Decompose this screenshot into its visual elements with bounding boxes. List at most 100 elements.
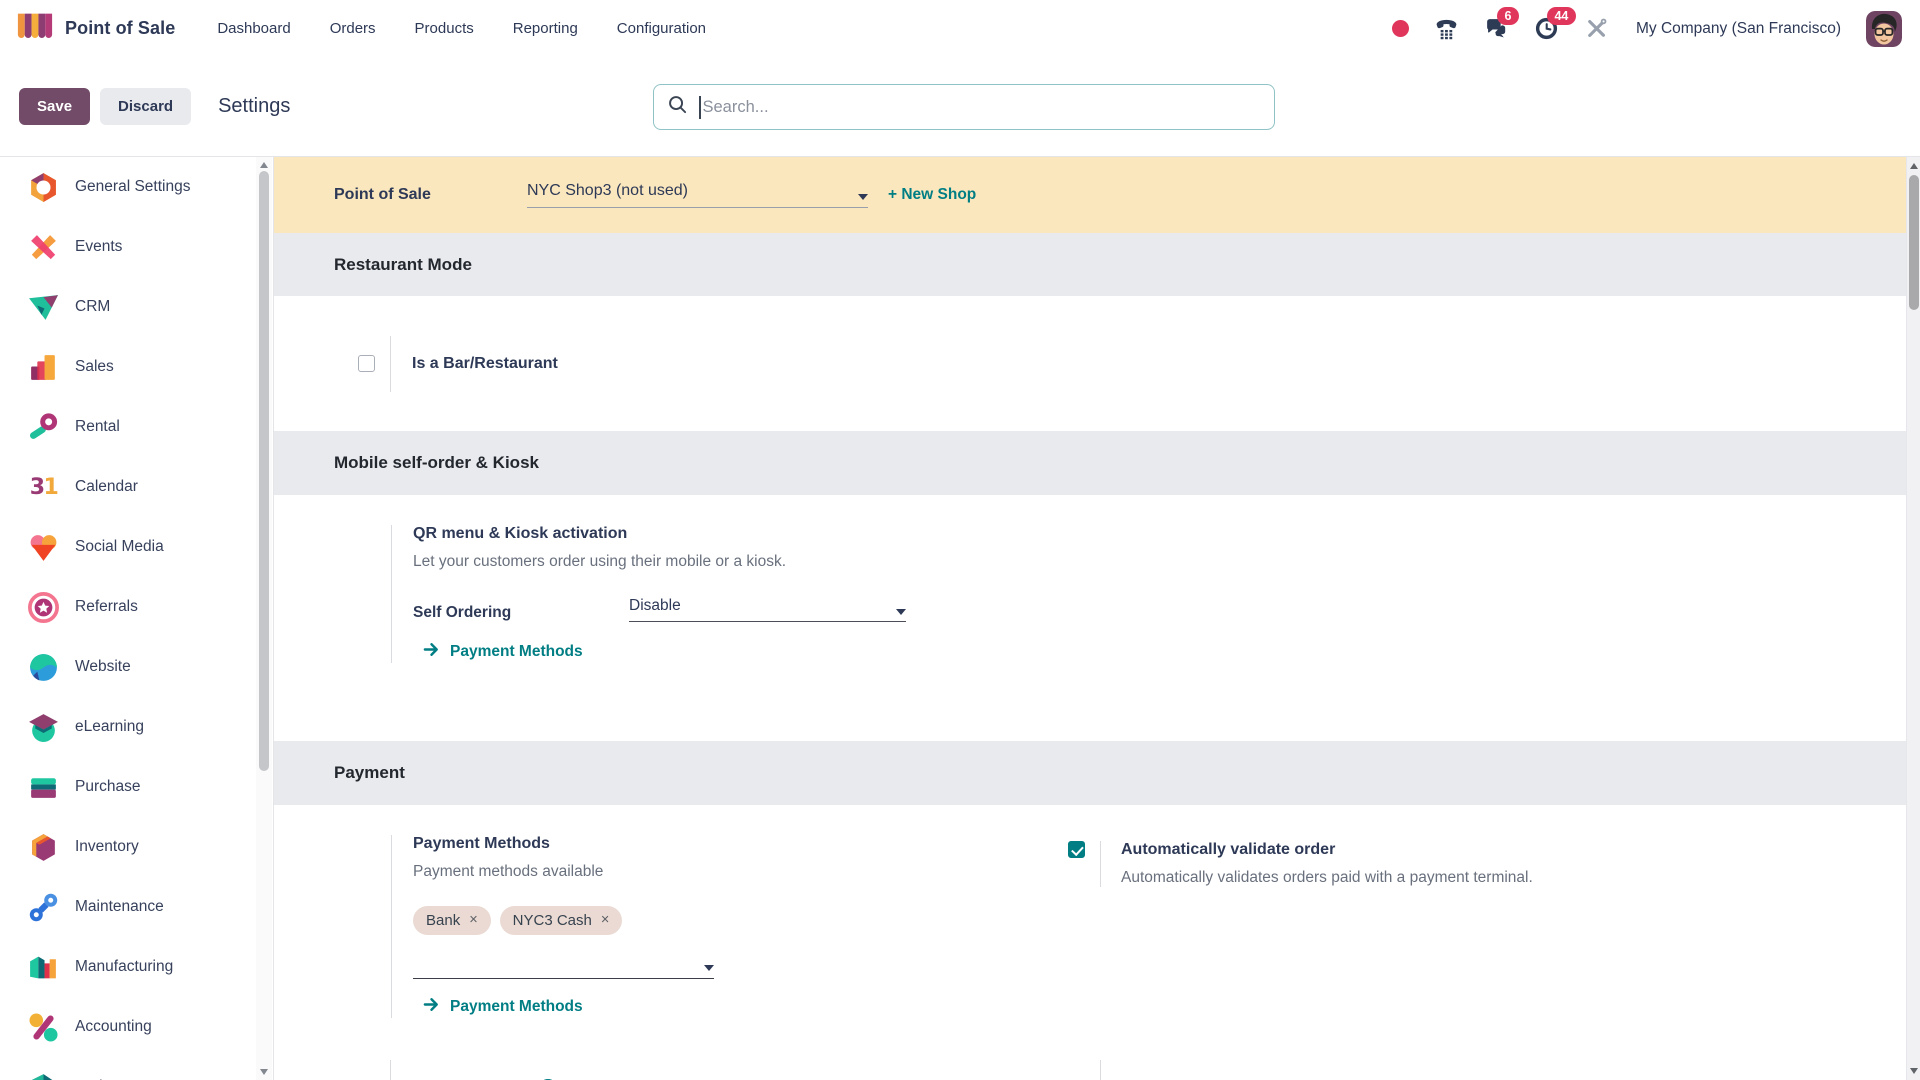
app-switcher[interactable]: Point of Sale [16, 11, 175, 46]
max-difference-setting: Set Maximum Difference [1068, 1060, 1308, 1080]
section-title: Payment [334, 763, 405, 783]
sidebar-item-project[interactable]: Project [0, 1057, 273, 1080]
menu-configuration[interactable]: Configuration [617, 20, 706, 37]
sidebar-item-label: Events [75, 238, 122, 256]
sidebar-item-social-media[interactable]: Social Media [0, 517, 273, 577]
bar-restaurant-checkbox[interactable] [358, 355, 375, 372]
auto-validate-setting: Automatically validate order Automatical… [1068, 841, 1533, 887]
search-bar[interactable] [653, 84, 1275, 130]
payment-methods-select[interactable] [413, 949, 714, 979]
shop-select[interactable]: NYC Shop3 (not used) [527, 182, 868, 208]
auto-validate-checkbox[interactable] [1068, 841, 1085, 858]
payment-methods-link[interactable]: Payment Methods [423, 996, 714, 1018]
sidebar-item-inventory[interactable]: Inventory [0, 817, 273, 877]
sidebar-item-referrals[interactable]: Referrals [0, 577, 273, 637]
restaurant-mode-body: Is a Bar/Restaurant [274, 296, 1920, 431]
tag-bank[interactable]: Bank × [413, 906, 491, 935]
sidebar-item-crm[interactable]: CRM [0, 277, 273, 337]
sidebar-item-maintenance[interactable]: Maintenance [0, 877, 273, 937]
scroll-up-arrow-icon[interactable] [1910, 163, 1918, 169]
tag-nyc3-cash[interactable]: NYC3 Cash × [500, 906, 623, 935]
section-title: Mobile self-order & Kiosk [334, 453, 539, 473]
top-navbar: Point of Sale Dashboard Orders Products … [0, 0, 1920, 57]
sidebar-item-accounting[interactable]: Accounting [0, 997, 273, 1057]
recording-indicator-icon[interactable] [1392, 20, 1409, 37]
messages-badge: 6 [1497, 7, 1519, 25]
rental-icon [27, 411, 60, 444]
sidebar-item-website[interactable]: Website [0, 637, 273, 697]
calendar-icon: 31 [27, 471, 60, 504]
auto-validate-title: Automatically validate order [1121, 841, 1533, 859]
sidebar-item-manufacturing[interactable]: Manufacturing [0, 937, 273, 997]
divider [1100, 841, 1101, 887]
payment-body: Payment Methods Payment methods availabl… [274, 805, 1920, 1080]
sidebar-scrollbar[interactable] [256, 157, 272, 1080]
sidebar-item-calendar[interactable]: 31 Calendar [0, 457, 273, 517]
remove-tag-icon[interactable]: × [469, 913, 477, 928]
new-shop-link[interactable]: + New Shop [888, 186, 976, 204]
link-label: Payment Methods [450, 998, 583, 1016]
auto-validate-desc: Automatically validates orders paid with… [1121, 869, 1533, 887]
sidebar-item-general-settings[interactable]: General Settings [0, 157, 273, 217]
activities-clock-icon[interactable]: 44 [1534, 16, 1559, 41]
section-kiosk: Mobile self-order & Kiosk [274, 431, 1920, 495]
kiosk-payment-methods-link[interactable]: Payment Methods [423, 641, 1920, 663]
menu-products[interactable]: Products [415, 20, 474, 37]
menu-orders[interactable]: Orders [330, 20, 376, 37]
tools-icon[interactable] [1584, 16, 1609, 41]
sales-icon [27, 351, 60, 384]
menu-dashboard[interactable]: Dashboard [217, 20, 290, 37]
sidebar-item-purchase[interactable]: Purchase [0, 757, 273, 817]
save-button[interactable]: Save [19, 88, 90, 125]
qr-kiosk-setting: QR menu & Kiosk activation Let your cust… [391, 525, 1920, 663]
sidebar-item-label: General Settings [75, 178, 190, 196]
events-icon [27, 231, 60, 264]
chevron-down-icon [896, 609, 906, 615]
remove-tag-icon[interactable]: × [601, 913, 609, 928]
social-media-icon [27, 531, 60, 564]
kiosk-body: QR menu & Kiosk activation Let your cust… [274, 495, 1920, 741]
scroll-up-arrow-icon[interactable] [260, 162, 268, 168]
company-switcher[interactable]: My Company (San Francisco) [1636, 20, 1841, 38]
sidebar-item-label: Website [75, 658, 131, 676]
search-icon [667, 94, 688, 120]
point-of-sale-logo-icon [16, 11, 54, 46]
tag-label: Bank [426, 912, 460, 929]
sidebar-item-label: Accounting [75, 1018, 152, 1036]
section-restaurant-mode: Restaurant Mode [274, 233, 1920, 296]
sidebar-item-elearning[interactable]: eLearning [0, 697, 273, 757]
search-input[interactable] [701, 97, 1262, 118]
voip-phone-icon[interactable] [1434, 16, 1459, 41]
user-avatar[interactable] [1866, 11, 1902, 47]
accounting-icon [27, 1011, 60, 1044]
qr-kiosk-desc: Let your customers order using their mob… [413, 553, 1920, 571]
sidebar-item-events[interactable]: Events [0, 217, 273, 277]
bar-restaurant-label: Is a Bar/Restaurant [412, 355, 558, 373]
self-ordering-select[interactable]: Disable [629, 597, 906, 622]
payment-methods-tags: Bank × NYC3 Cash × [413, 906, 714, 935]
sidebar-item-rental[interactable]: Rental [0, 397, 273, 457]
content-scrollbar[interactable] [1906, 157, 1920, 1080]
scroll-down-arrow-icon[interactable] [1910, 1068, 1918, 1074]
sidebar-item-sales[interactable]: Sales [0, 337, 273, 397]
sidebar-item-label: Maintenance [75, 898, 164, 916]
control-panel: Save Discard Settings [0, 57, 1920, 157]
sidebar-item-label: Calendar [75, 478, 138, 496]
section-title: Restaurant Mode [334, 255, 472, 275]
discard-button[interactable]: Discard [100, 88, 191, 125]
sidebar-scrollbar-thumb[interactable] [259, 171, 269, 771]
banner-label: Point of Sale [334, 186, 527, 204]
chevron-down-icon [858, 194, 868, 200]
qr-kiosk-title: QR menu & Kiosk activation [413, 525, 1920, 543]
sidebar-item-label: Referrals [75, 598, 138, 616]
messages-icon[interactable]: 6 [1484, 16, 1509, 41]
payment-methods-desc: Payment methods available [413, 863, 714, 881]
section-payment: Payment [274, 741, 1920, 805]
content-scrollbar-thumb[interactable] [1909, 175, 1919, 310]
menu-reporting[interactable]: Reporting [513, 20, 578, 37]
link-label: Payment Methods [450, 643, 583, 661]
shop-selector-banner: Point of Sale NYC Shop3 (not used) + New… [274, 157, 1920, 233]
nav-menu: Dashboard Orders Products Reporting Conf… [217, 20, 706, 37]
arrow-right-icon [423, 996, 440, 1018]
scroll-down-arrow-icon[interactable] [260, 1069, 268, 1075]
